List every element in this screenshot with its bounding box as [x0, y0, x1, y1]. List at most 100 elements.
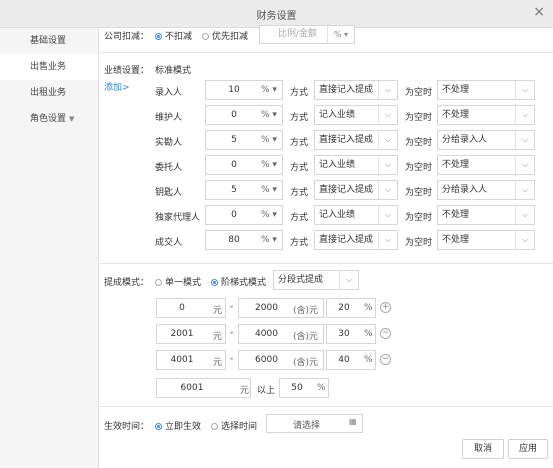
sidebar-item-basic[interactable]: 基础设置 — [0, 28, 98, 54]
effective-option-now[interactable]: 立即生效 — [155, 419, 201, 432]
role-label: 录入人 — [155, 88, 183, 98]
select-value: 记入业绩 — [319, 210, 356, 220]
role-percent-field[interactable]: 0 % ▾ — [205, 105, 283, 125]
unit-dropdown[interactable]: % ▾ — [261, 135, 277, 145]
unit-dropdown[interactable]: % ▾ — [261, 85, 277, 95]
role-percent-field[interactable]: 0 % ▾ — [205, 205, 283, 225]
role-percent-field[interactable]: 0 % ▾ — [205, 155, 283, 175]
tier-rate: 50 — [291, 383, 303, 393]
tier-last-from-field[interactable]: 6001 元 — [156, 378, 251, 398]
tier-rate-field[interactable]: 40 % — [326, 350, 376, 370]
method-label: 方式 — [290, 163, 309, 173]
method-select[interactable]: 直接记入提成 ⌵ — [314, 180, 398, 200]
unit-label: % — [364, 355, 373, 365]
method-select[interactable]: 记入业绩 ⌵ — [314, 155, 398, 175]
tier-to-field[interactable]: 2000 (含)元 — [238, 298, 324, 318]
unit-dropdown[interactable]: % ▾ — [261, 185, 277, 195]
tier-value: 4001 — [170, 355, 194, 365]
tier-rate-field[interactable]: 30 % — [326, 324, 376, 344]
empty-select[interactable]: 不处理 ⌵ — [437, 105, 535, 125]
empty-select[interactable]: 分给录入人 ⌵ — [437, 130, 535, 150]
apply-button[interactable]: 应用 — [508, 439, 548, 459]
chevron-down-icon: ⌵ — [378, 231, 397, 249]
chevron-down-icon: ⌵ — [378, 181, 397, 199]
chevron-down-icon: ⌵ — [515, 231, 534, 249]
calendar-icon: ▦ — [349, 417, 357, 426]
sidebar-item-rent[interactable]: 出租业务 — [0, 80, 98, 106]
unit-dropdown[interactable]: % ▾ — [261, 210, 277, 220]
title-bar: 财务设置 × — [0, 0, 553, 28]
sidebar: 基础设置 出售业务 出租业务 角色设置 ▼ — [0, 28, 99, 468]
commission-select[interactable]: 分段式提成 ⌵ — [273, 270, 359, 290]
minus-circle-icon[interactable]: − — [380, 328, 391, 339]
unit-dropdown[interactable]: % ▾ — [261, 160, 277, 170]
cancel-button[interactable]: 取消 — [462, 439, 504, 459]
method-select[interactable]: 记入业绩 ⌵ — [314, 205, 398, 225]
chevron-down-icon: ▼ — [69, 115, 75, 123]
select-value: 不处理 — [442, 160, 470, 170]
role-percent-field[interactable]: 10 % ▾ — [205, 80, 283, 100]
method-label: 方式 — [290, 113, 309, 123]
date-placeholder: 请选择 — [293, 421, 321, 431]
unit-dropdown[interactable]: % ▾ — [327, 26, 354, 43]
deduction-input[interactable]: 比例/金额 % ▾ — [259, 25, 355, 44]
tier-last-rate-field[interactable]: 50 % — [279, 378, 329, 398]
add-link[interactable]: 添加> — [104, 80, 130, 93]
tier-to-field[interactable]: 4000 (含)元 — [238, 324, 324, 344]
select-value: 记入业绩 — [319, 160, 356, 170]
empty-select[interactable]: 不处理 ⌵ — [437, 155, 535, 175]
range-dash: - — [230, 302, 234, 312]
chevron-down-icon: ⌵ — [515, 156, 534, 174]
role-percent-field[interactable]: 5 % ▾ — [205, 130, 283, 150]
tier-rate-field[interactable]: 20 % — [326, 298, 376, 318]
sidebar-item-roles[interactable]: 角色设置 ▼ — [0, 106, 98, 132]
sidebar-item-sale[interactable]: 出售业务 — [0, 54, 98, 80]
unit-label: 元 — [240, 386, 250, 396]
unit-dropdown[interactable]: % ▾ — [261, 235, 277, 245]
tier-from-field[interactable]: 2001 元 — [156, 324, 226, 344]
date-picker[interactable]: 请选择 ▦ — [266, 414, 363, 433]
deduction-option-none[interactable]: 不扣减 — [155, 29, 192, 42]
tier-value: 4000 — [255, 329, 278, 339]
select-value: 分段式提成 — [278, 275, 324, 285]
sidebar-item-label: 出租业务 — [30, 88, 67, 98]
unit-dropdown[interactable]: % ▾ — [261, 110, 277, 120]
radio-icon — [211, 423, 218, 430]
select-value: 不处理 — [442, 110, 470, 120]
commission-option-single[interactable]: 单一模式 — [155, 275, 201, 288]
empty-select[interactable]: 不处理 ⌵ — [437, 230, 535, 250]
method-select[interactable]: 直接记入提成 ⌵ — [314, 80, 398, 100]
select-value: 记入业绩 — [319, 110, 356, 120]
plus-circle-icon[interactable]: + — [380, 302, 391, 313]
tier-from-field[interactable]: 0 元 — [156, 298, 226, 318]
empty-select[interactable]: 不处理 ⌵ — [437, 80, 535, 100]
empty-label: 为空时 — [405, 163, 433, 173]
empty-select[interactable]: 分给录入人 ⌵ — [437, 180, 535, 200]
close-icon[interactable]: × — [533, 4, 545, 20]
empty-select[interactable]: 不处理 ⌵ — [437, 205, 535, 225]
tier-value: 2001 — [170, 329, 194, 339]
method-select[interactable]: 记入业绩 ⌵ — [314, 105, 398, 125]
method-select[interactable]: 直接记入提成 ⌵ — [314, 130, 398, 150]
role-label: 维护人 — [155, 113, 183, 123]
select-value: 直接记入提成 — [319, 85, 374, 95]
tier-value: 0 — [179, 303, 185, 313]
role-percent-field[interactable]: 80 % ▾ — [205, 230, 283, 250]
minus-circle-icon[interactable]: − — [380, 354, 391, 365]
range-dash: - — [230, 328, 234, 338]
role-percent-field[interactable]: 5 % ▾ — [205, 180, 283, 200]
commission-option-tiered[interactable]: 阶梯式模式 — [211, 275, 266, 288]
method-label: 方式 — [290, 213, 309, 223]
tier-rate: 30 — [338, 329, 350, 339]
chevron-down-icon: ⌵ — [515, 181, 534, 199]
tier-to-field[interactable]: 6000 (含)元 — [238, 350, 324, 370]
method-label: 方式 — [290, 138, 309, 148]
tier-from-field[interactable]: 4001 元 — [156, 350, 226, 370]
method-label: 方式 — [290, 188, 309, 198]
effective-option-choose[interactable]: 选择时间 — [211, 419, 257, 432]
method-select[interactable]: 直接记入提成 ⌵ — [314, 230, 398, 250]
percent-value: 80 — [228, 235, 240, 245]
tier-value: 6000 — [255, 355, 278, 365]
role-label: 成交人 — [155, 238, 183, 248]
deduction-option-priority[interactable]: 优先扣减 — [202, 29, 248, 42]
